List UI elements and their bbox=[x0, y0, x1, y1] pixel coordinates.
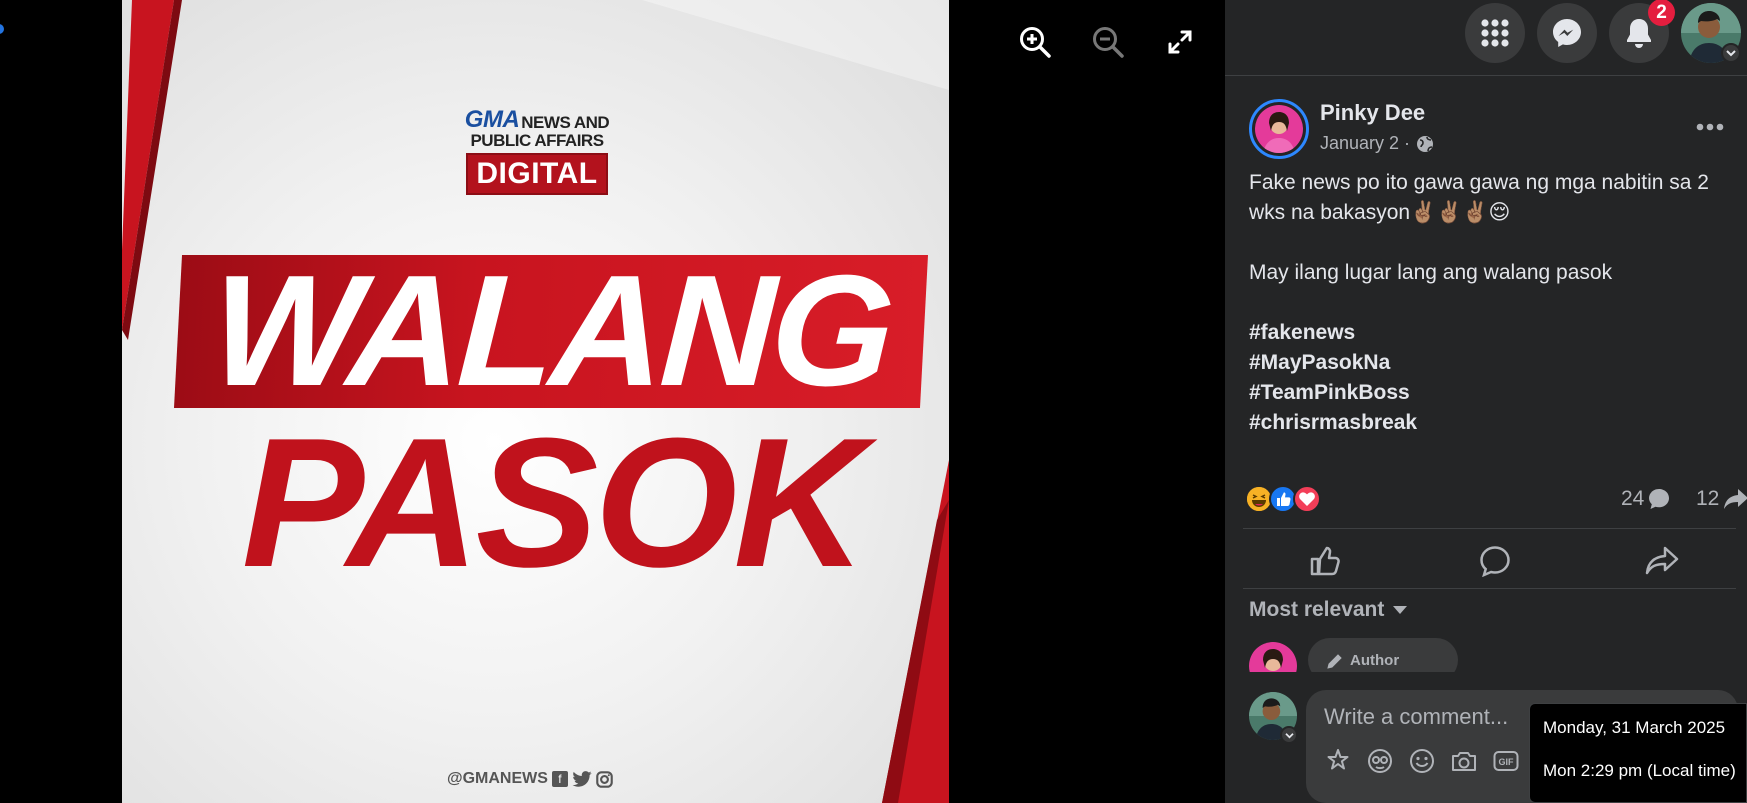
comment-icon bbox=[1480, 546, 1510, 577]
globe-icon bbox=[1417, 135, 1434, 152]
author-badge: Author bbox=[1308, 638, 1458, 672]
comment-count-value: 24 bbox=[1621, 487, 1645, 510]
notification-count: 2 bbox=[1648, 0, 1675, 26]
actions-divider-top bbox=[1243, 528, 1736, 529]
tooltip-time: Mon 2:29 pm (Local time) bbox=[1543, 761, 1736, 780]
tooltip-date: Monday, 31 March 2025 bbox=[1543, 718, 1726, 737]
emoji-icon bbox=[1410, 749, 1434, 773]
comment-preview: Author bbox=[1225, 636, 1747, 672]
camera-icon bbox=[1452, 752, 1476, 771]
gma-public-affairs: PUBLIC AFFAIRS bbox=[470, 131, 604, 150]
chevron-down-icon bbox=[1726, 50, 1736, 57]
gif-button[interactable]: GIF bbox=[1492, 747, 1520, 775]
camera-button[interactable] bbox=[1450, 747, 1478, 775]
post-body: Fake news po ito gawa gawa ng mga nabiti… bbox=[1249, 168, 1744, 438]
post-options-button[interactable] bbox=[1696, 112, 1724, 132]
commenter-photo bbox=[1249, 642, 1297, 672]
sticker-icon bbox=[1368, 749, 1392, 773]
comment-button[interactable] bbox=[1470, 540, 1520, 582]
like-icon bbox=[1310, 546, 1340, 576]
zoom-out-button[interactable] bbox=[1088, 22, 1128, 62]
author-avatar[interactable] bbox=[1249, 99, 1309, 159]
hashtag-link[interactable]: #fakenews bbox=[1249, 318, 1744, 348]
share-count[interactable]: 12 bbox=[1696, 487, 1747, 511]
pencil-icon bbox=[1327, 654, 1342, 669]
comment-sort-dropdown[interactable]: Most relevant bbox=[1249, 598, 1408, 622]
instagram-icon bbox=[596, 770, 613, 788]
messenger-button[interactable] bbox=[1537, 3, 1597, 63]
sticker-button[interactable] bbox=[1366, 747, 1394, 775]
author-photo bbox=[1255, 105, 1303, 153]
social-handle: @GMANEWS f bbox=[447, 770, 613, 788]
fullscreen-button[interactable] bbox=[1160, 22, 1200, 62]
svg-text:GIF: GIF bbox=[1499, 757, 1515, 767]
zoom-in-button[interactable] bbox=[1015, 22, 1055, 62]
fullscreen-icon bbox=[1168, 30, 1192, 54]
edge-indicator bbox=[0, 24, 4, 34]
post-photo[interactable]: GMA NEWS AND PUBLIC AFFAIRS DIGITAL WALA… bbox=[122, 0, 949, 803]
media-viewer: GMA NEWS AND PUBLIC AFFAIRS DIGITAL WALA… bbox=[0, 0, 1225, 803]
account-menu-chevron[interactable] bbox=[1721, 43, 1741, 63]
hashtag-link[interactable]: #chrisrmasbreak bbox=[1249, 408, 1744, 438]
hashtag-link[interactable]: #MayPasokNa bbox=[1249, 348, 1744, 378]
twitter-icon bbox=[572, 771, 592, 787]
gma-news-and: NEWS AND bbox=[521, 113, 610, 132]
love-reaction-icon bbox=[1293, 485, 1321, 513]
hashtag-link[interactable]: #TeamPinkBoss bbox=[1249, 378, 1744, 408]
gif-icon: GIF bbox=[1493, 751, 1519, 771]
avatar-sticker-button[interactable] bbox=[1324, 747, 1352, 775]
headline-banner: WALANG bbox=[173, 243, 929, 419]
zoom-in-icon bbox=[1020, 27, 1051, 58]
more-dots-icon bbox=[1696, 123, 1724, 131]
author-badge-label: Author bbox=[1350, 652, 1400, 669]
post-text-line1: Fake news po ito gawa gawa ng mga nabiti… bbox=[1249, 171, 1709, 224]
post-meta: January 2 · bbox=[1320, 133, 1434, 154]
post-author[interactable]: Pinky Dee bbox=[1320, 100, 1425, 126]
post-text-line2: May ilang lugar lang ang walang pasok bbox=[1249, 261, 1613, 284]
messenger-icon bbox=[1553, 19, 1581, 47]
share-count-icon bbox=[1724, 489, 1747, 509]
share-count-value: 12 bbox=[1696, 487, 1720, 510]
share-button[interactable] bbox=[1637, 540, 1687, 582]
menu-button[interactable] bbox=[1465, 3, 1525, 63]
facebook-icon: f bbox=[551, 771, 568, 787]
gma-brand: GMA bbox=[464, 106, 520, 133]
notifications-button[interactable]: 2 bbox=[1609, 0, 1675, 63]
headline-bottom: PASOK bbox=[241, 399, 867, 605]
header-divider bbox=[1225, 75, 1747, 76]
menu-grid-icon bbox=[1481, 19, 1509, 47]
social-handle-text: @GMANEWS bbox=[447, 770, 548, 787]
post-date[interactable]: January 2 · bbox=[1320, 133, 1410, 154]
commenter-avatar[interactable] bbox=[1249, 642, 1297, 672]
avatar-sticker-icon bbox=[1327, 749, 1349, 770]
caret-down-icon bbox=[1393, 606, 1408, 614]
gma-logo: GMA NEWS AND PUBLIC AFFAIRS DIGITAL bbox=[452, 108, 622, 195]
gma-digital-badge: DIGITAL bbox=[466, 153, 608, 195]
date-tooltip: Monday, 31 March 2025 Mon 2:29 pm (Local… bbox=[1529, 703, 1747, 803]
bell-icon bbox=[1627, 19, 1651, 48]
reaction-summary[interactable] bbox=[1245, 485, 1321, 513]
comment-count[interactable]: 24 bbox=[1621, 487, 1670, 511]
emoji-button[interactable] bbox=[1408, 747, 1436, 775]
comment-count-icon bbox=[1649, 489, 1670, 509]
headline-top: WALANG bbox=[207, 243, 895, 419]
composer-profile-chevron[interactable] bbox=[1280, 726, 1298, 744]
chevron-down-icon bbox=[1284, 732, 1294, 738]
zoom-out-icon bbox=[1093, 27, 1124, 58]
share-icon bbox=[1645, 546, 1679, 575]
like-button[interactable] bbox=[1301, 540, 1351, 582]
comment-sort-label: Most relevant bbox=[1249, 598, 1385, 621]
actions-divider-bottom bbox=[1243, 588, 1736, 589]
composer-toolbar: GIF bbox=[1324, 747, 1520, 775]
